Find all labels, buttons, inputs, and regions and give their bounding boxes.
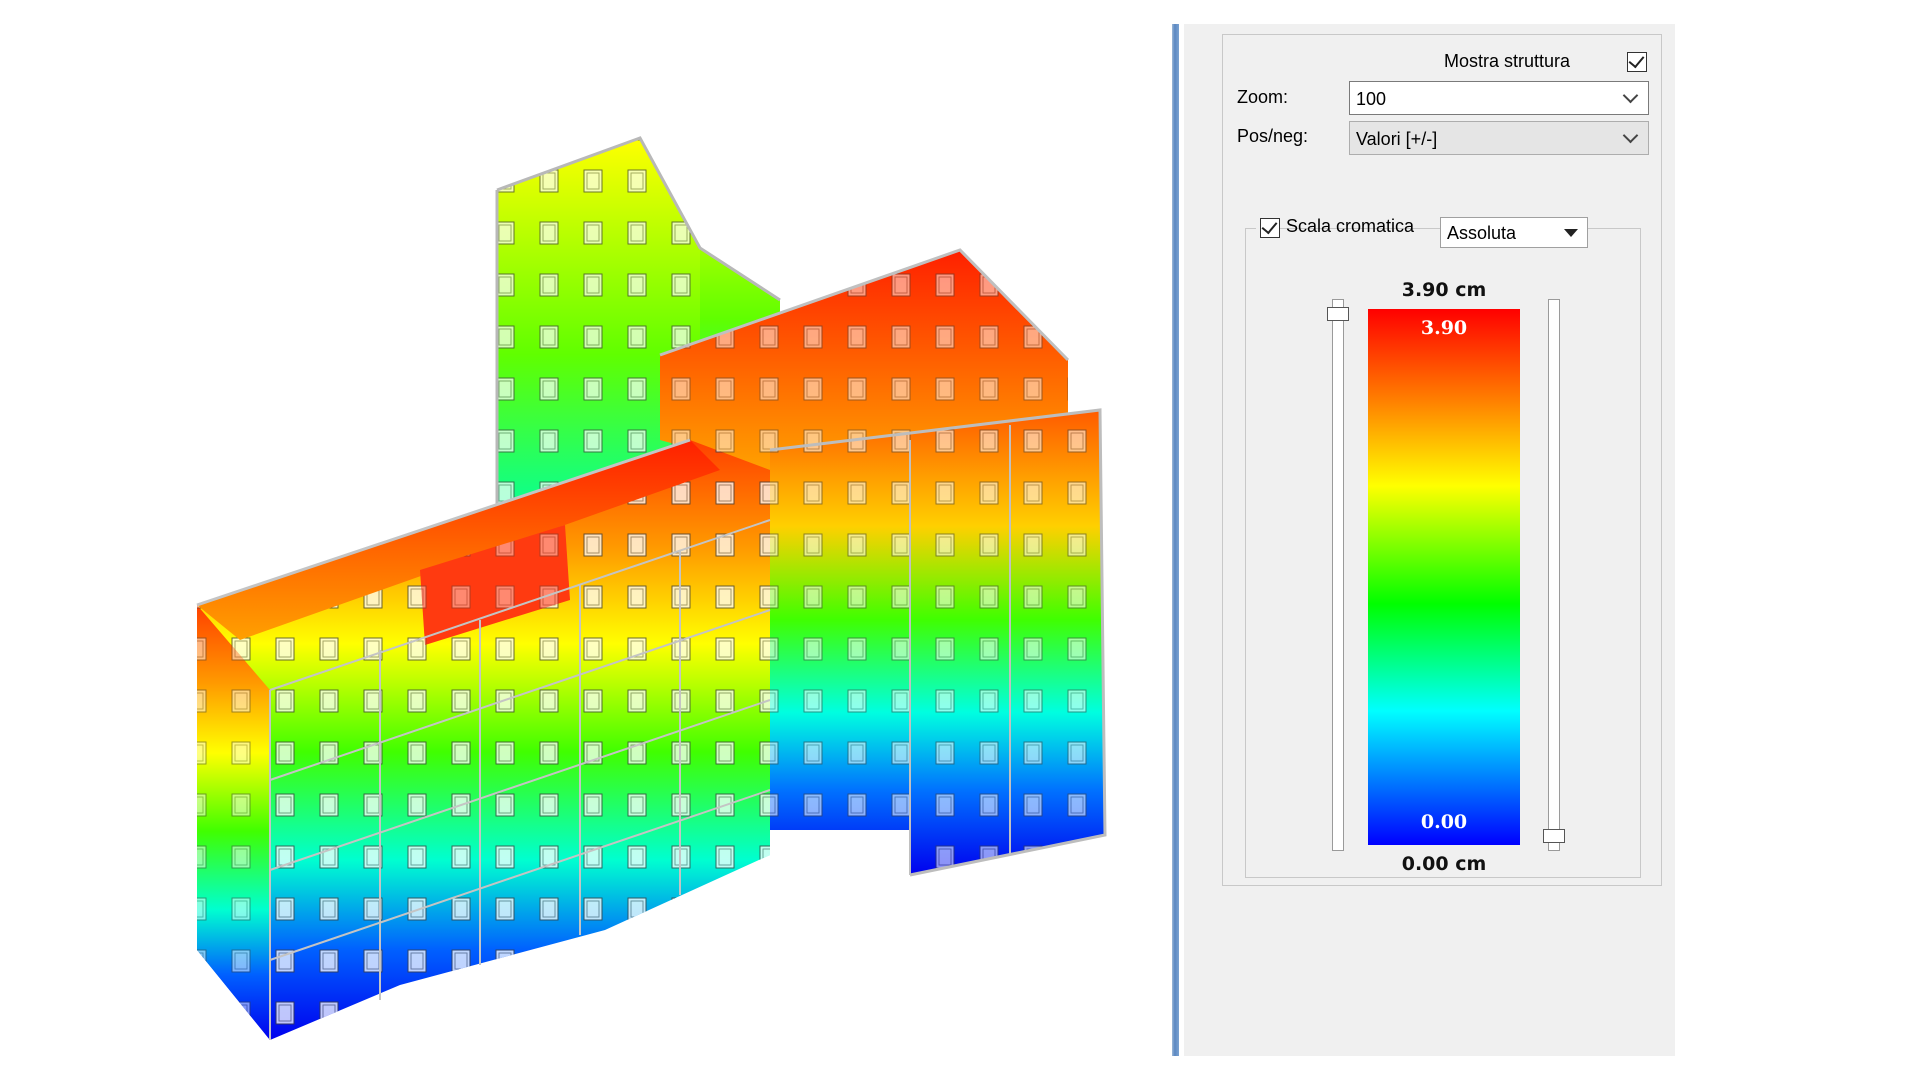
posneg-label: Pos/neg:	[1237, 126, 1309, 146]
scala-cromatica-header: Scala cromatica	[1256, 215, 1414, 241]
mostra-struttura-checkbox[interactable]	[1627, 51, 1647, 72]
dropdown-arrow-icon	[1564, 229, 1578, 237]
scala-cromatica-groupbox: Scala cromatica Assoluta 3.90 cm 3.90 0.…	[1245, 215, 1641, 878]
scale-min-label: 0.00 cm	[1401, 853, 1487, 875]
posneg-select[interactable]: Valori [+/-]	[1349, 121, 1649, 155]
scala-cromatica-label: Scala cromatica	[1286, 216, 1415, 236]
posneg-value: Valori [+/-]	[1356, 129, 1438, 149]
zoom-value: 100	[1356, 89, 1387, 109]
colorbar-max-value: 3.90	[1420, 317, 1468, 339]
scala-mode-select[interactable]: Assoluta	[1440, 217, 1588, 248]
chevron-down-icon	[1622, 87, 1639, 104]
options-groupbox: Mostra struttura Zoom: 100 Pos/neg: Valo…	[1222, 34, 1662, 886]
min-slider-handle[interactable]	[1543, 829, 1565, 843]
check-icon	[1261, 217, 1278, 235]
color-scale-bar: 3.90 0.00	[1368, 309, 1520, 845]
zoom-select[interactable]: 100	[1349, 81, 1649, 115]
max-slider-handle[interactable]	[1327, 307, 1349, 321]
scala-mode-value: Assoluta	[1447, 223, 1517, 243]
mostra-struttura-label: Mostra struttura	[1444, 51, 1571, 71]
zoom-label: Zoom:	[1237, 87, 1289, 107]
right-front-block	[769, 408, 1107, 877]
panel-splitter[interactable]	[1172, 24, 1179, 1056]
model-viewport[interactable]	[0, 0, 1170, 1080]
scale-max-label: 3.90 cm	[1401, 279, 1487, 301]
main-left-block	[196, 438, 771, 1040]
check-icon	[1628, 51, 1645, 69]
structure-render	[196, 136, 1107, 1040]
max-slider-track[interactable]	[1332, 299, 1344, 851]
min-slider-track[interactable]	[1548, 299, 1560, 851]
side-panel: Mostra struttura Zoom: 100 Pos/neg: Valo…	[1184, 24, 1675, 1056]
chevron-down-icon	[1622, 127, 1639, 144]
colorbar-min-value: 0.00	[1420, 811, 1468, 833]
scala-cromatica-checkbox[interactable]	[1260, 217, 1280, 238]
